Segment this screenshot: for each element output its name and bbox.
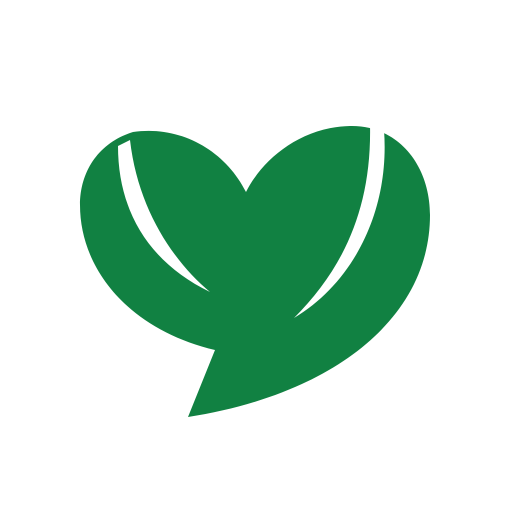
app-icon-canvas xyxy=(0,0,512,512)
heart-speech-bubble-leaf-icon xyxy=(80,124,430,417)
